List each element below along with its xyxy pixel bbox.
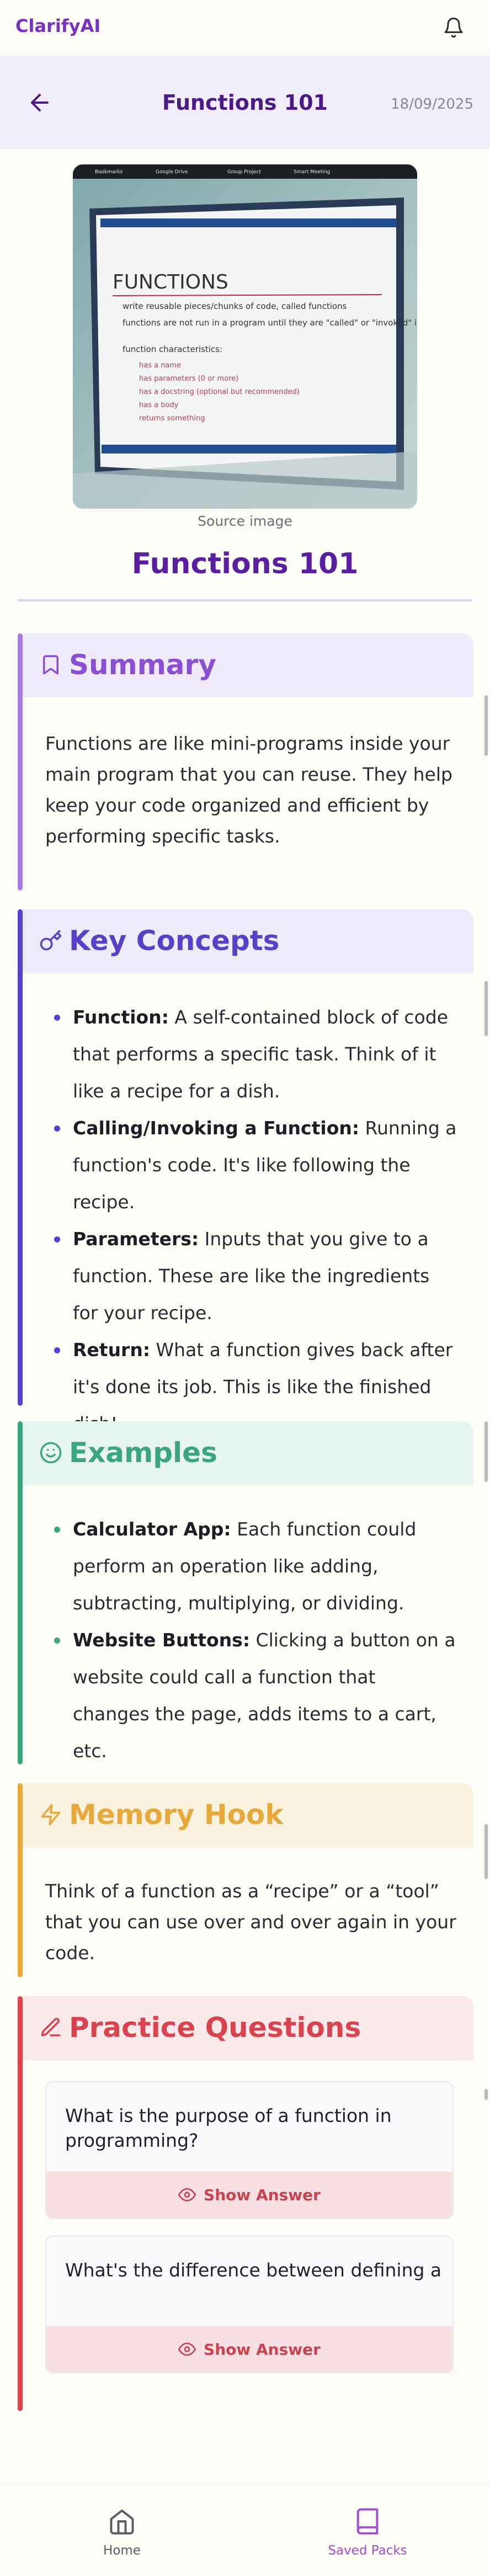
concept-term: Calling/Invoking a Function: [73, 1117, 360, 1139]
tab-group-project: Group Project [227, 169, 262, 175]
bell-icon[interactable] [443, 17, 465, 39]
practice-card: Practice Questions What is the purpose o… [18, 1996, 488, 2411]
examples-header: Examples [23, 1421, 473, 1485]
list-item: Parameters: Inputs that you give to a fu… [51, 1220, 457, 1331]
list-item: Website Buttons: Clicking a button on a … [51, 1622, 457, 1769]
question-card: What's the difference between defining a… [45, 2236, 454, 2374]
show-answer-label: Show Answer [204, 2185, 321, 2204]
key-concepts-scrollbar[interactable] [484, 981, 488, 1036]
home-icon [110, 2509, 134, 2535]
practice-scrollbar[interactable] [484, 2089, 488, 2100]
examples-scrollbar[interactable] [484, 1421, 488, 1482]
examples-accent [18, 1421, 23, 1764]
tab-smart-meeting: Smart Meeting [294, 169, 330, 175]
practice-accent [18, 1996, 23, 2411]
tab-bookmarks: Bookmarks [95, 169, 123, 175]
key-icon [40, 930, 62, 951]
pencil-icon [41, 2018, 61, 2036]
slide-line-1: write reusable pieces/chunks of code, ca… [122, 301, 347, 311]
slide-line-7: has a body [139, 401, 179, 409]
title-divider [18, 599, 472, 601]
examples-body: Calculator App: Each function could perf… [51, 1511, 457, 1769]
memory-hook-card: Memory Hook Think of a function as a “re… [18, 1783, 488, 1977]
nav-home[interactable]: Home [67, 2507, 177, 2558]
source-image[interactable]: Bookmarks Google Drive Group Project Sma… [73, 164, 417, 509]
memory-hook-heading: Memory Hook [69, 1799, 284, 1831]
concept-term: Return: [73, 1339, 151, 1361]
concept-term: Function: [73, 1006, 169, 1028]
key-concepts-card: Key Concepts Function: A self-contained … [18, 909, 488, 1434]
question-card: What is the purpose of a function in pro… [45, 2081, 454, 2219]
eye-icon [178, 2343, 196, 2356]
show-answer-button[interactable]: Show Answer [46, 2326, 452, 2372]
list-item: Function: A self-contained block of code… [51, 999, 457, 1110]
examples-heading: Examples [69, 1437, 217, 1469]
list-item: Calling/Invoking a Function: Running a f… [51, 1110, 457, 1220]
app-bar: ClarifyAI [0, 0, 490, 56]
memory-hook-scrollbar[interactable] [484, 1824, 488, 1879]
key-concepts-header: Key Concepts [23, 909, 473, 973]
bullet [54, 1638, 60, 1644]
bullet [54, 1527, 60, 1533]
slide-line-2: functions are not run in a program until… [122, 318, 417, 328]
slide-line-5: has parameters (0 or more) [139, 375, 238, 383]
bullet [54, 1347, 60, 1353]
bullet [54, 1015, 60, 1021]
image-caption: Source image [198, 513, 292, 529]
summary-heading: Summary [69, 649, 216, 681]
summary-text: Functions are like mini-programs inside … [45, 733, 452, 847]
memory-hook-header: Memory Hook [23, 1783, 473, 1847]
question-text: What's the difference between defining a… [65, 2259, 441, 2281]
page-date: 18/09/2025 [391, 96, 473, 113]
practice-header: Practice Questions [23, 1996, 473, 2060]
main-title: Functions 101 [131, 547, 359, 580]
example-term: Website Buttons: [73, 1629, 251, 1651]
key-concepts-body: Function: A self-contained block of code… [51, 999, 457, 1442]
nav-saved-packs[interactable]: Saved Packs [312, 2507, 423, 2558]
app-logo[interactable]: ClarifyAI [15, 15, 100, 36]
bullet [54, 1236, 60, 1242]
memory-hook-text: Think of a function as a “recipe” or a “… [45, 1880, 456, 1964]
slide-line-6: has a docstring (optional but recommende… [139, 388, 300, 396]
example-term: Calculator App: [73, 1518, 231, 1540]
eye-icon [178, 2188, 196, 2201]
slide-line-8: returns something [139, 414, 205, 423]
smile-icon [40, 1442, 62, 1464]
show-answer-label: Show Answer [204, 2340, 321, 2359]
tab-google-drive: Google Drive [156, 169, 188, 175]
question-text: What is the purpose of a function in pro… [65, 2105, 398, 2151]
slide-line-3: function characteristics: [122, 344, 222, 354]
bookmark-icon [43, 655, 58, 675]
memory-hook-accent [18, 1783, 23, 1977]
nav-home-label: Home [103, 2543, 141, 2558]
page-header: Functions 101 18/09/2025 [0, 56, 490, 149]
summary-card: Summary Functions are like mini-programs… [18, 633, 488, 890]
slide-line-4: has a name [139, 361, 181, 370]
bottom-nav: Home Saved Packs [0, 2484, 490, 2576]
key-concepts-heading: Key Concepts [69, 925, 280, 957]
list-item: Calculator App: Each function could perf… [51, 1511, 457, 1622]
summary-accent [18, 633, 23, 890]
book-icon [356, 2508, 379, 2535]
key-concepts-accent [18, 909, 23, 1406]
summary-header: Summary [23, 633, 473, 697]
examples-card: Examples Calculator App: Each function c… [18, 1421, 488, 1764]
concept-term: Parameters: [73, 1228, 199, 1250]
practice-heading: Practice Questions [69, 2012, 361, 2044]
show-answer-button[interactable]: Show Answer [46, 2172, 452, 2218]
bullet [54, 1126, 60, 1132]
lightning-icon [41, 1804, 61, 1826]
slide-title: FUNCTIONS [113, 271, 228, 294]
summary-scrollbar[interactable] [484, 695, 488, 756]
slide-photo: Bookmarks Google Drive Group Project Sma… [73, 164, 417, 509]
nav-saved-label: Saved Packs [328, 2543, 407, 2558]
